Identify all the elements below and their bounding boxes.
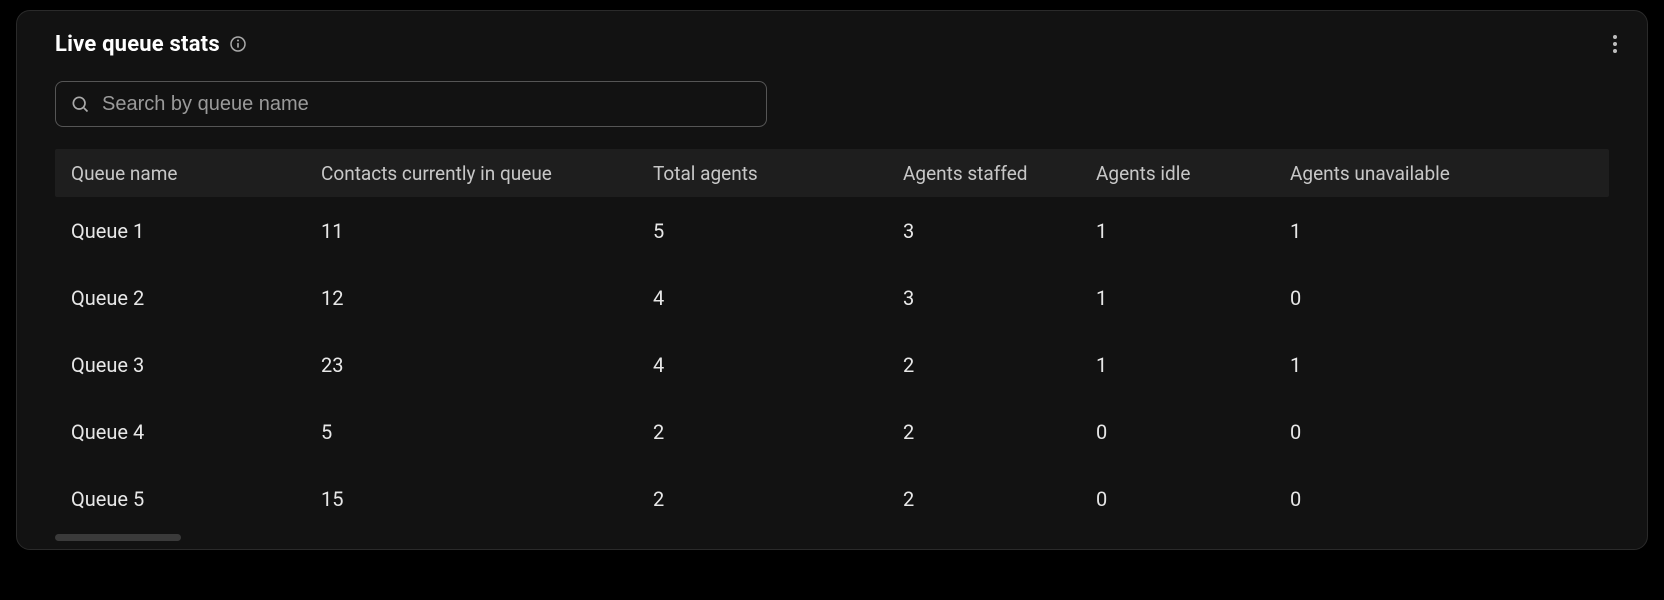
- column-header-staffed[interactable]: Agents staffed: [887, 162, 1080, 185]
- panel-title: Live queue stats: [55, 32, 220, 57]
- horizontal-scrollbar[interactable]: [55, 534, 181, 541]
- table-row[interactable]: Queue 3 23 4 2 1 1: [55, 331, 1609, 398]
- cell-staffed: 3: [887, 219, 1080, 243]
- kebab-dot-icon: [1613, 35, 1617, 39]
- search-field[interactable]: [55, 81, 767, 127]
- cell-idle: 1: [1080, 219, 1274, 243]
- cell-unavailable: 1: [1274, 353, 1514, 377]
- cell-unavailable: 0: [1274, 286, 1514, 310]
- table-row[interactable]: Queue 5 15 2 2 0 0: [55, 465, 1609, 532]
- column-header-idle[interactable]: Agents idle: [1080, 162, 1274, 185]
- queue-stats-table: Queue name Contacts currently in queue T…: [55, 149, 1609, 532]
- info-icon[interactable]: [230, 36, 246, 52]
- cell-total-agents: 2: [637, 487, 887, 511]
- cell-total-agents: 2: [637, 420, 887, 444]
- panel-header-left: Live queue stats: [55, 32, 246, 57]
- table-row[interactable]: Queue 2 12 4 3 1 0: [55, 264, 1609, 331]
- table-row[interactable]: Queue 1 11 5 3 1 1: [55, 197, 1609, 264]
- cell-unavailable: 0: [1274, 487, 1514, 511]
- cell-idle: 1: [1080, 353, 1274, 377]
- panel-header: Live queue stats: [33, 29, 1631, 63]
- kebab-dot-icon: [1613, 49, 1617, 53]
- search-input[interactable]: [102, 93, 752, 116]
- column-header-contacts[interactable]: Contacts currently in queue: [305, 162, 637, 185]
- table-header: Queue name Contacts currently in queue T…: [55, 149, 1609, 197]
- cell-total-agents: 4: [637, 353, 887, 377]
- cell-idle: 0: [1080, 420, 1274, 444]
- cell-total-agents: 4: [637, 286, 887, 310]
- cell-unavailable: 0: [1274, 420, 1514, 444]
- cell-unavailable: 1: [1274, 219, 1514, 243]
- cell-contacts: 12: [305, 286, 637, 310]
- cell-contacts: 23: [305, 353, 637, 377]
- cell-queue-name: Queue 3: [55, 353, 305, 377]
- more-options-button[interactable]: [1603, 29, 1627, 59]
- search-container: [55, 81, 767, 127]
- search-icon: [70, 94, 90, 114]
- cell-contacts: 15: [305, 487, 637, 511]
- cell-staffed: 2: [887, 353, 1080, 377]
- column-header-unavailable[interactable]: Agents unavailable: [1274, 162, 1514, 185]
- cell-contacts: 5: [305, 420, 637, 444]
- cell-contacts: 11: [305, 219, 637, 243]
- column-header-total-agents[interactable]: Total agents: [637, 162, 887, 185]
- cell-queue-name: Queue 1: [55, 219, 305, 243]
- cell-staffed: 2: [887, 420, 1080, 444]
- cell-queue-name: Queue 2: [55, 286, 305, 310]
- cell-queue-name: Queue 5: [55, 487, 305, 511]
- cell-queue-name: Queue 4: [55, 420, 305, 444]
- table-body: Queue 1 11 5 3 1 1 Queue 2 12 4 3 1 0 Qu…: [55, 197, 1609, 532]
- cell-idle: 1: [1080, 286, 1274, 310]
- live-queue-stats-panel: Live queue stats Queue na: [16, 10, 1648, 550]
- column-header-queue-name[interactable]: Queue name: [55, 162, 305, 185]
- table-row[interactable]: Queue 4 5 2 2 0 0: [55, 398, 1609, 465]
- cell-staffed: 3: [887, 286, 1080, 310]
- cell-staffed: 2: [887, 487, 1080, 511]
- cell-idle: 0: [1080, 487, 1274, 511]
- cell-total-agents: 5: [637, 219, 887, 243]
- kebab-dot-icon: [1613, 42, 1617, 46]
